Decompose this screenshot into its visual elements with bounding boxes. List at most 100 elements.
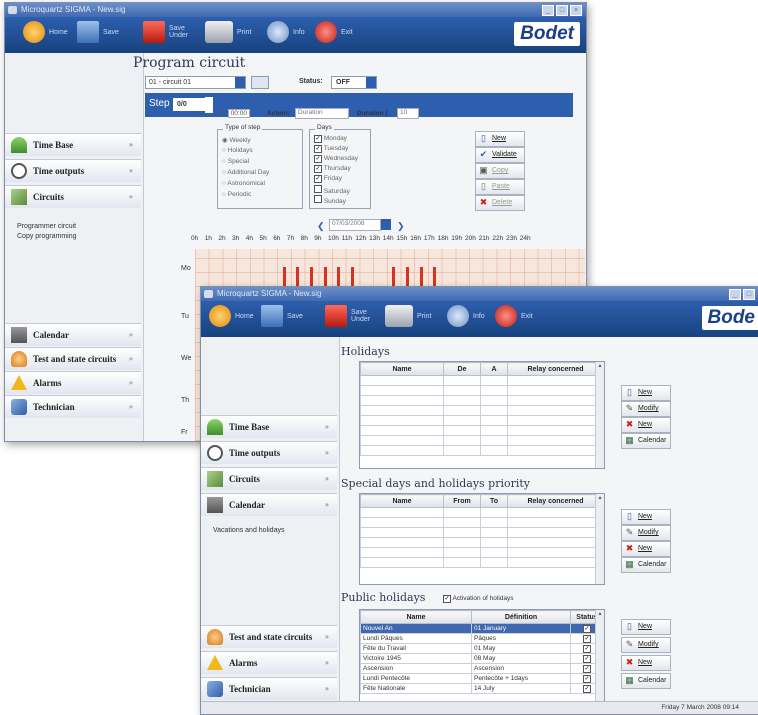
exit-button[interactable]: Exit: [315, 21, 353, 43]
save-under-button[interactable]: Save Under: [325, 305, 370, 327]
day-thursday[interactable]: ✓ Thursday: [314, 165, 351, 173]
previous-date-button[interactable]: ❮: [317, 221, 325, 232]
step-delete-button[interactable]: ✖Delete: [475, 195, 525, 211]
close-icon[interactable]: ×: [570, 5, 582, 16]
nav-test-state[interactable]: Test and state circuits»: [201, 625, 337, 648]
day-friday[interactable]: ✓ Friday: [314, 175, 342, 183]
public-calendar-button[interactable]: ▦Calendar: [621, 673, 671, 689]
date-field[interactable]: 07/03/2008: [329, 219, 381, 231]
table-row[interactable]: Fête du Travail01 May✓: [361, 644, 604, 654]
save-button[interactable]: Save: [261, 305, 303, 327]
nav-alarms[interactable]: Alarms»: [201, 651, 337, 674]
print-button[interactable]: Print: [385, 305, 431, 327]
public-modify-button[interactable]: ✎Modify: [621, 637, 671, 653]
table-row[interactable]: Fête Nationale14 July✓: [361, 684, 604, 694]
special-delete-button[interactable]: ✖New: [621, 541, 671, 557]
special-new-button[interactable]: ▯New: [621, 509, 671, 525]
step-copy-button[interactable]: ▣Copy: [475, 163, 525, 179]
table-row[interactable]: [361, 518, 604, 528]
duration-input[interactable]: 10: [397, 108, 419, 119]
nav-test-state[interactable]: Test and state circuits»: [5, 347, 141, 370]
nav-time-base[interactable]: Time Base»: [5, 133, 141, 156]
table-row[interactable]: [361, 376, 604, 386]
home-button[interactable]: Home: [23, 21, 68, 43]
nav-calendar[interactable]: Calendar»: [5, 323, 141, 346]
table-row[interactable]: [361, 558, 604, 568]
action-select[interactable]: Duration: [295, 108, 349, 119]
public-holidays-table[interactable]: Name Définition Status Nouvel An01 Janua…: [359, 609, 605, 703]
table-row[interactable]: [361, 508, 604, 518]
special-days-table[interactable]: Name From To Relay concerned ▴: [359, 493, 605, 585]
step-validate-button[interactable]: ✔Validate: [475, 147, 525, 163]
day-monday[interactable]: ✓ Monday: [314, 135, 347, 143]
table-row[interactable]: [361, 426, 604, 436]
type-astronomical[interactable]: ○ Astronomical: [222, 180, 265, 187]
minimize-icon[interactable]: _: [542, 5, 554, 16]
table-row[interactable]: Victoire 194508 May✓: [361, 654, 604, 664]
day-wednesday[interactable]: ✓ Wednesday: [314, 155, 358, 163]
info-button[interactable]: Info: [267, 21, 305, 43]
type-additional[interactable]: ○ Additional Day: [222, 169, 269, 176]
circuit-select[interactable]: 01 - circuit 01: [145, 76, 246, 89]
save-button[interactable]: Save: [77, 21, 119, 43]
type-special[interactable]: ○ Special: [222, 158, 249, 165]
nav-time-outputs[interactable]: Time outputs»: [201, 441, 337, 464]
holidays-delete-button[interactable]: ✖New: [621, 417, 671, 433]
public-new-button[interactable]: ▯New: [621, 619, 671, 635]
minimize-icon[interactable]: _: [729, 289, 741, 300]
day-sunday[interactable]: Sunday: [314, 195, 346, 205]
table-row[interactable]: Lundi PentecôtePentecôte + 1days✓: [361, 674, 604, 684]
table-row[interactable]: [361, 406, 604, 416]
table-row[interactable]: [361, 436, 604, 446]
type-holidays[interactable]: ○ Holidays: [222, 147, 253, 154]
step-spinner[interactable]: [205, 97, 213, 113]
step-paste-button[interactable]: ▯Paste: [475, 179, 525, 195]
holidays-calendar-button[interactable]: ▦Calendar: [621, 433, 671, 449]
nav-circuits[interactable]: Circuits»: [201, 467, 337, 490]
special-days-scrollbar[interactable]: ▴: [595, 494, 604, 584]
nav-time-base[interactable]: Time Base»: [201, 415, 337, 438]
table-row[interactable]: [361, 528, 604, 538]
table-row[interactable]: [361, 548, 604, 558]
edit-circuit-button[interactable]: [251, 76, 269, 89]
day-tuesday[interactable]: ✓ Tuesday: [314, 145, 348, 153]
holidays-modify-button[interactable]: ✎Modify: [621, 401, 671, 417]
nav-time-outputs[interactable]: Time outputs»: [5, 159, 141, 182]
activation-checkbox[interactable]: ✓ Activation of holidays: [443, 595, 514, 603]
holidays-scrollbar[interactable]: ▴: [595, 362, 604, 468]
type-periodic[interactable]: ○ Periodic: [222, 191, 251, 198]
status-select[interactable]: OFF: [331, 76, 377, 89]
exit-button[interactable]: Exit: [495, 305, 533, 327]
public-holidays-scrollbar[interactable]: ▴: [595, 610, 604, 702]
next-date-button[interactable]: ❯: [397, 221, 405, 232]
step-value[interactable]: 0/0: [173, 98, 205, 111]
subitem-programmer-circuit[interactable]: Programmer circuit: [17, 223, 76, 230]
type-weekly[interactable]: ◉ Weekly: [222, 136, 251, 144]
save-under-button[interactable]: Save Under: [143, 21, 188, 43]
maximize-icon[interactable]: □: [743, 289, 755, 300]
special-modify-button[interactable]: ✎Modify: [621, 525, 671, 541]
table-row[interactable]: Lundi PâquesPâques✓: [361, 634, 604, 644]
table-row[interactable]: [361, 446, 604, 456]
nav-circuits[interactable]: Circuits»: [5, 185, 141, 208]
date-picker-button[interactable]: [381, 219, 391, 230]
table-row[interactable]: [361, 416, 604, 426]
nav-calendar[interactable]: Calendar»: [201, 493, 337, 516]
step-new-button[interactable]: ▯New: [475, 131, 525, 147]
home-button[interactable]: Home: [209, 305, 254, 327]
nav-alarms[interactable]: Alarms»: [5, 371, 141, 394]
nav-technician[interactable]: Technician»: [5, 395, 141, 418]
special-calendar-button[interactable]: ▦Calendar: [621, 557, 671, 573]
subitem-vacations-holidays[interactable]: Vacations and holidays: [213, 527, 284, 534]
holidays-table[interactable]: Name De A Relay concerned ▴: [359, 361, 605, 469]
table-row[interactable]: [361, 396, 604, 406]
public-delete-button[interactable]: ✖New: [621, 655, 671, 671]
table-row[interactable]: [361, 538, 604, 548]
subitem-copy-programming[interactable]: Copy programming: [17, 233, 77, 240]
print-button[interactable]: Print: [205, 21, 251, 43]
holidays-new-button[interactable]: ▯New: [621, 385, 671, 401]
table-row[interactable]: AscensionAscension✓: [361, 664, 604, 674]
nav-technician[interactable]: Technician»: [201, 677, 337, 700]
table-row[interactable]: [361, 386, 604, 396]
maximize-icon[interactable]: □: [556, 5, 568, 16]
